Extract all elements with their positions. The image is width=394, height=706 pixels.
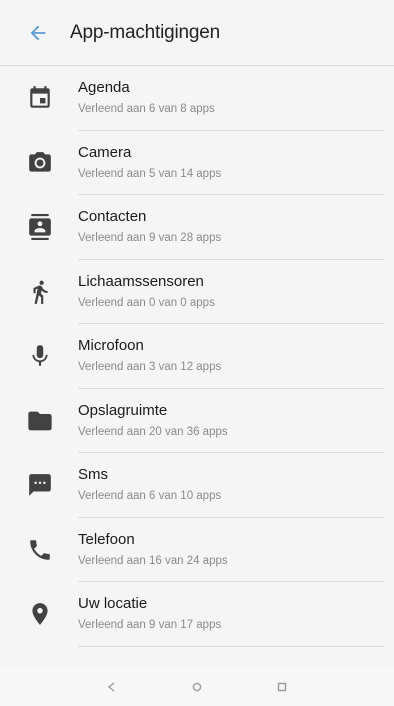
permission-list: Agenda Verleend aan 6 van 8 apps Camera … [0, 66, 394, 647]
permission-summary: Verleend aan 20 van 36 apps [78, 425, 228, 438]
permission-name: Microfoon [78, 337, 144, 355]
microphone-icon [24, 340, 56, 372]
sms-icon [24, 469, 56, 501]
location-icon [24, 598, 56, 630]
system-navigation-bar [0, 668, 394, 706]
back-button[interactable] [18, 13, 58, 53]
permission-summary: Verleend aan 16 van 24 apps [78, 554, 228, 567]
calendar-icon [24, 82, 56, 114]
nav-back-icon [108, 682, 115, 692]
page-title: App-machtigingen [70, 21, 220, 43]
nav-recents-button[interactable] [270, 675, 294, 699]
permission-name: Contacten [78, 208, 147, 226]
permission-summary: Verleend aan 6 van 10 apps [78, 490, 222, 503]
folder-icon [24, 405, 56, 437]
permission-item-opslagruimte[interactable]: Opslagruimte Verleend aan 20 van 36 apps [0, 389, 394, 454]
permission-summary: Verleend aan 6 van 8 apps [78, 103, 215, 116]
permission-name: Opslagruimte [78, 401, 168, 419]
nav-back-button[interactable] [100, 675, 124, 699]
camera-icon [24, 147, 56, 179]
permission-item-camera[interactable]: Camera Verleend aan 5 van 14 apps [0, 131, 394, 196]
phone-icon [24, 534, 56, 566]
permission-item-microfoon[interactable]: Microfoon Verleend aan 3 van 12 apps [0, 324, 394, 389]
permission-name: Camera [78, 143, 132, 161]
permission-item-agenda[interactable]: Agenda Verleend aan 6 van 8 apps [0, 66, 394, 131]
permission-name: Agenda [78, 79, 130, 97]
nav-home-button[interactable] [185, 675, 209, 699]
permission-summary: Verleend aan 0 van 0 apps [78, 296, 215, 309]
nav-recents-icon [277, 682, 286, 692]
contacts-icon [24, 211, 56, 243]
permission-name: Telefoon [78, 530, 135, 548]
permission-item-contacten[interactable]: Contacten Verleend aan 9 van 28 apps [0, 195, 394, 260]
permission-name: Sms [78, 466, 108, 484]
permission-summary: Verleend aan 5 van 14 apps [78, 167, 222, 180]
permission-item-lichaamssensoren[interactable]: Lichaamssensoren Verleend aan 0 van 0 ap… [0, 260, 394, 325]
permission-summary: Verleend aan 9 van 28 apps [78, 232, 222, 245]
app-bar: App-machtigingen [0, 0, 394, 66]
permission-summary: Verleend aan 3 van 12 apps [78, 361, 222, 374]
arrow-left-icon [30, 25, 46, 40]
nav-home-icon [192, 682, 202, 692]
body-sensors-icon [24, 276, 56, 308]
permission-item-uw-locatie[interactable]: Uw locatie Verleend aan 9 van 17 apps [0, 582, 394, 647]
permission-item-sms[interactable]: Sms Verleend aan 6 van 10 apps [0, 453, 394, 518]
permission-summary: Verleend aan 9 van 17 apps [78, 619, 222, 632]
permission-name: Lichaamssensoren [78, 272, 204, 290]
permission-name: Uw locatie [78, 595, 148, 613]
permission-item-telefoon[interactable]: Telefoon Verleend aan 16 van 24 apps [0, 518, 394, 583]
